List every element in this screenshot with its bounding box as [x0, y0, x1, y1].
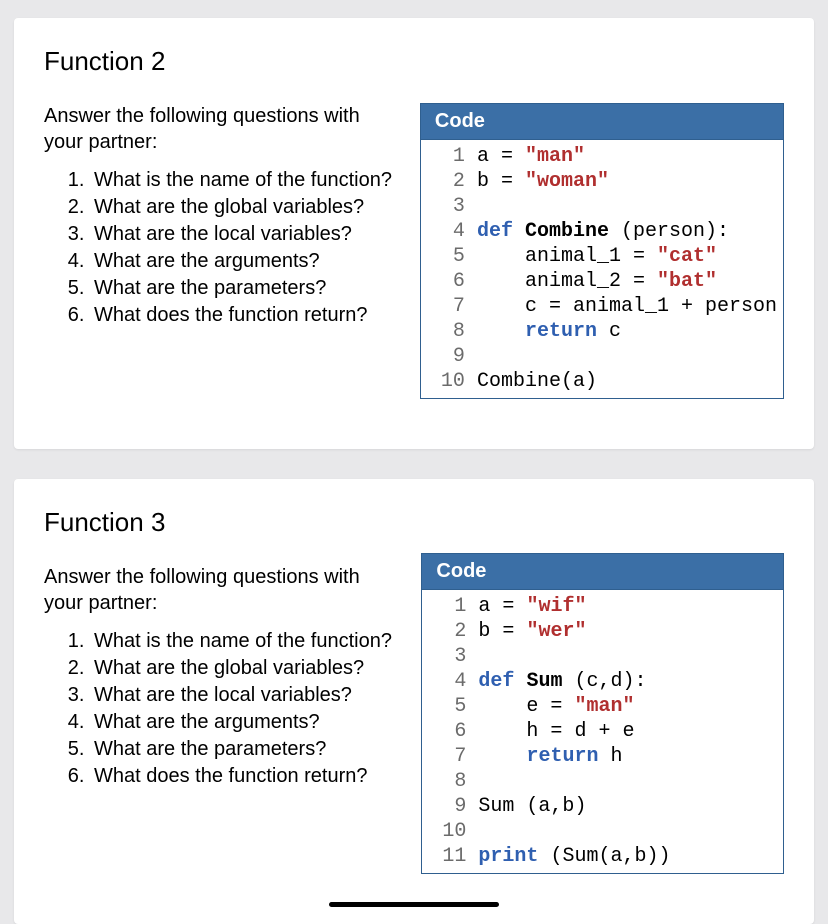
question-item: What are the local variables? [90, 682, 401, 709]
line-gutter: 1 2 3 4 5 6 7 8 9 10 11 [422, 590, 472, 873]
question-item: What are the local variables? [90, 221, 400, 248]
question-item: What are the arguments? [90, 248, 400, 275]
function-2-card: Function 2 Answer the following question… [14, 18, 814, 449]
line-gutter: 1 2 3 4 5 6 7 8 9 10 [421, 140, 471, 398]
code-column: Code 1 2 3 4 5 6 7 8 9 10 a = "man" b = … [420, 103, 784, 399]
question-item: What does the function return? [90, 302, 400, 329]
section-title: Function 3 [44, 507, 401, 538]
question-item: What is the name of the function? [90, 167, 400, 194]
function-3-card: Function 3 Answer the following question… [14, 479, 814, 924]
code-header: Code [421, 104, 783, 140]
question-item: What are the global variables? [90, 655, 401, 682]
spacer [421, 507, 784, 553]
question-item: What is the name of the function? [90, 628, 401, 655]
question-item: What does the function return? [90, 763, 401, 790]
code-lines: a = "wif" b = "wer" def Sum (c,d): e = "… [472, 590, 676, 873]
intro-text: Answer the following questions with your… [44, 564, 401, 616]
section-row: Answer the following questions with your… [44, 103, 784, 399]
code-header: Code [422, 554, 783, 590]
question-item: What are the parameters? [90, 736, 401, 763]
question-item: What are the parameters? [90, 275, 400, 302]
code-box: Code 1 2 3 4 5 6 7 8 9 10 a = "man" b = … [420, 103, 784, 399]
code-column: Code 1 2 3 4 5 6 7 8 9 10 11 a = "wif" b… [421, 507, 784, 874]
section-title: Function 2 [44, 46, 784, 77]
section-row: Function 3 Answer the following question… [44, 507, 784, 874]
code-body: 1 2 3 4 5 6 7 8 9 10 a = "man" b = "woma… [421, 140, 783, 398]
questions-column: Function 3 Answer the following question… [44, 507, 401, 874]
code-lines: a = "man" b = "woman" def Combine (perso… [471, 140, 783, 398]
intro-text: Answer the following questions with your… [44, 103, 400, 155]
question-item: What are the global variables? [90, 194, 400, 221]
code-body: 1 2 3 4 5 6 7 8 9 10 11 a = "wif" b = "w… [422, 590, 783, 873]
question-list: What is the name of the function? What a… [44, 628, 401, 790]
code-box: Code 1 2 3 4 5 6 7 8 9 10 11 a = "wif" b… [421, 553, 784, 874]
questions-column: Answer the following questions with your… [44, 103, 400, 399]
question-list: What is the name of the function? What a… [44, 167, 400, 329]
home-indicator [329, 902, 499, 907]
question-item: What are the arguments? [90, 709, 401, 736]
